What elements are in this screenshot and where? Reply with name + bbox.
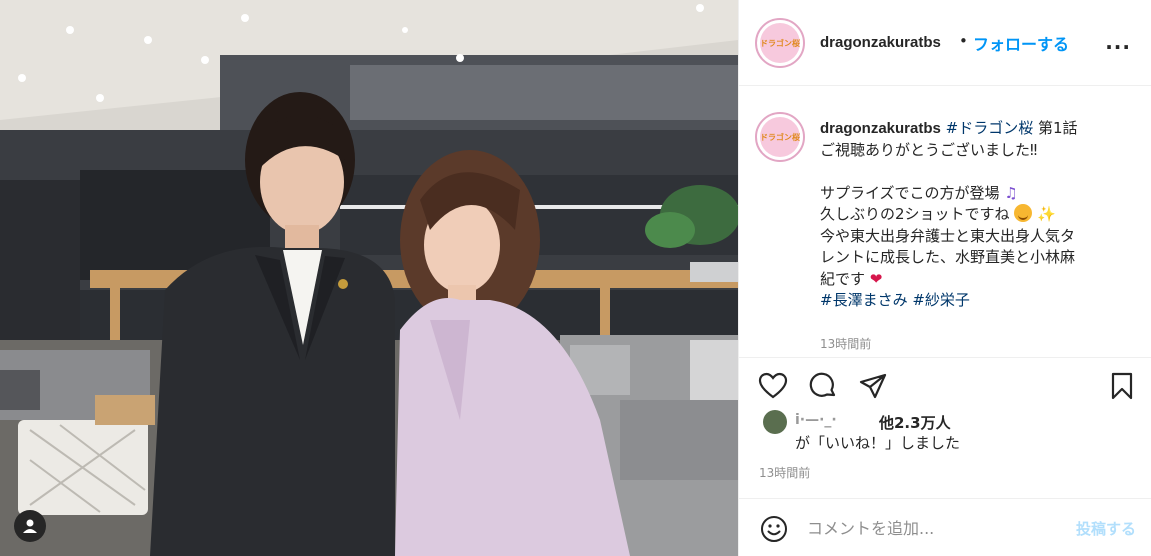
liker-avatar[interactable] <box>763 410 787 434</box>
likes-summary: i·—·_· 他2.3万人 が「いいね！」しました <box>739 408 1151 458</box>
follow-separator: • <box>959 32 968 50</box>
comment-bar: 投稿する <box>739 498 1151 556</box>
author-username[interactable]: dragonzakuratbs <box>820 34 941 51</box>
caption-username[interactable]: dragonzakuratbs <box>820 120 941 137</box>
post-comment-button[interactable]: 投稿する <box>1076 518 1136 539</box>
caption-episode: 第1話 <box>1038 119 1078 137</box>
smiling-face-icon <box>1014 204 1033 222</box>
sparkle-icon: ✨ <box>1037 205 1056 223</box>
more-options-icon[interactable]: ... <box>1105 30 1131 54</box>
follow-button[interactable]: フォローする <box>973 31 1069 55</box>
avatar-logo-text: ドラゴン桜 <box>760 38 800 48</box>
caption-author-avatar[interactable]: ドラゴン桜 <box>755 112 805 162</box>
heart-icon[interactable] <box>757 370 789 402</box>
caption-avatar-logo-text: ドラゴン桜 <box>760 132 800 142</box>
bookmark-icon[interactable] <box>1106 370 1138 402</box>
photo-illustration <box>0 0 738 556</box>
user-tag-button[interactable] <box>14 510 46 542</box>
caption-line-5: 今や東大出身弁護士と東大出身人気タ <box>820 226 1076 245</box>
caption-line-2: ご視聴ありがとうございました‼ <box>820 140 1038 159</box>
caption-timestamp: 13時間前 <box>820 337 872 351</box>
caption-line-3: サプライズでこの方が登場 <box>820 183 1000 202</box>
caption-line-4: 久しぶりの2ショットですね <box>820 205 1010 223</box>
likes-count[interactable]: 他2.3万人 <box>879 412 951 433</box>
likes-suffix: が「いいね！」しました <box>795 434 961 452</box>
comment-icon[interactable] <box>807 370 839 402</box>
music-note-icon: ♫ <box>1004 183 1018 202</box>
author-avatar[interactable]: ドラゴン桜 <box>755 18 805 68</box>
hashtag-dragon-zakura[interactable]: #ドラゴン桜 <box>946 119 1034 137</box>
action-bar <box>739 357 1151 413</box>
hashtag-saeko[interactable]: #紗栄子 <box>912 291 970 309</box>
comment-input[interactable] <box>807 513 1057 543</box>
paper-plane-icon[interactable] <box>857 370 889 402</box>
hashtag-nagasawa[interactable]: #長澤まさみ <box>820 291 908 309</box>
post-side-panel: ドラゴン桜 dragonzakuratbs • フォローする ... ドラゴン桜… <box>738 0 1151 556</box>
heart-emoji-icon: ❤ <box>869 269 883 288</box>
post-photo[interactable] <box>0 0 738 556</box>
person-icon <box>23 519 37 533</box>
caption-line-6: レントに成長した、水野直美と小林麻 <box>820 248 1076 266</box>
liker-username[interactable]: i·—·_· <box>795 412 837 428</box>
caption-line-7: 紀です <box>820 269 866 288</box>
post-header: ドラゴン桜 dragonzakuratbs • フォローする ... <box>739 0 1151 86</box>
post-caption: dragonzakuratbs #ドラゴン桜 第1話 ご視聴ありがとうございまし… <box>820 118 1136 312</box>
post-timestamp[interactable]: 13時間前 <box>759 464 810 481</box>
smiley-icon[interactable] <box>759 514 789 544</box>
